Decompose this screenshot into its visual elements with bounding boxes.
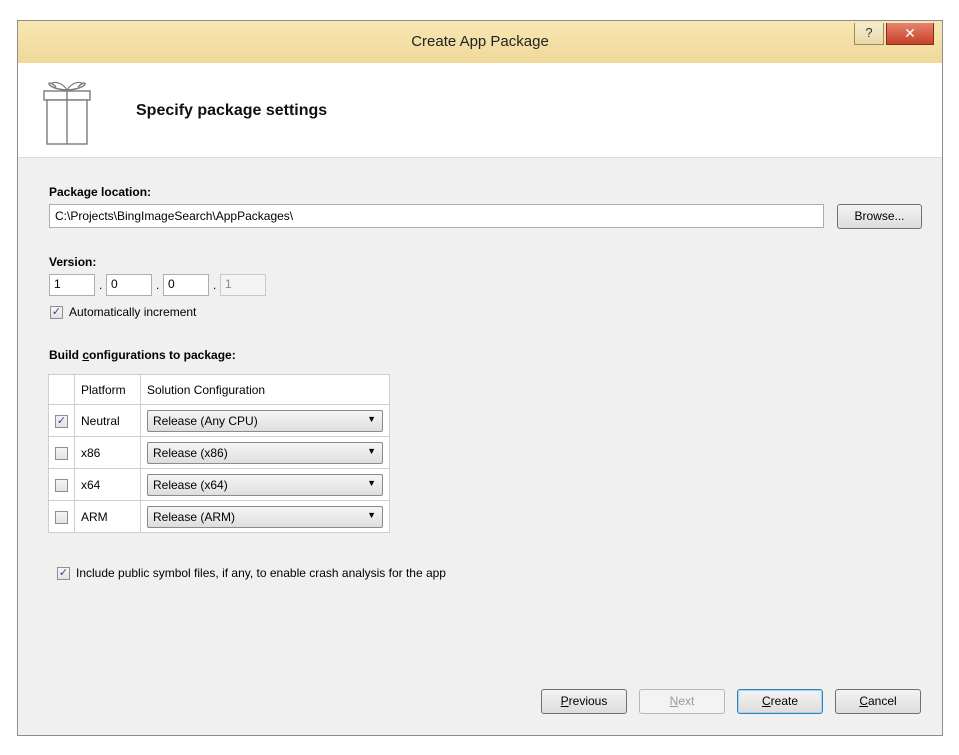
configuration-value: Release (Any CPU) — [153, 413, 258, 428]
build-configurations-table: Platform Solution Configuration ✓ Neutra… — [48, 374, 390, 533]
version-major-input[interactable]: 1 — [49, 274, 95, 296]
browse-button[interactable]: Browse... — [837, 204, 922, 229]
table-header-row: Platform Solution Configuration — [48, 374, 390, 405]
package-location-label: Package location: — [49, 185, 152, 199]
auto-increment-label: Automatically increment — [69, 305, 197, 319]
platform-name: Neutral — [74, 404, 141, 437]
window-title: Create App Package — [411, 33, 549, 50]
gift-box-icon — [43, 81, 91, 145]
close-button[interactable]: ✕ — [886, 23, 934, 45]
version-label: Version: — [49, 255, 97, 269]
platform-name: ARM — [74, 500, 141, 533]
version-separator: . — [156, 278, 160, 292]
table-row: x86 Release (x86) ▼ — [48, 436, 390, 469]
page-title: Specify package settings — [136, 102, 328, 119]
configuration-dropdown[interactable]: Release (x86) ▼ — [147, 441, 383, 464]
create-button[interactable]: Create — [737, 689, 823, 714]
configuration-dropdown[interactable]: Release (ARM) ▼ — [147, 505, 383, 528]
table-row: x64 Release (x64) ▼ — [48, 468, 390, 501]
platform-name: x64 — [74, 468, 141, 501]
dropdown-arrow-icon: ▼ — [367, 413, 376, 424]
configuration-value: Release (x86) — [153, 445, 228, 460]
table-row: ARM Release (ARM) ▼ — [48, 500, 390, 533]
version-build-input[interactable]: 0 — [163, 274, 209, 296]
build-configurations-label: Build configurations to package: — [49, 348, 236, 362]
dropdown-arrow-icon: ▼ — [367, 477, 376, 488]
auto-increment-checkbox[interactable]: ✓ — [50, 306, 63, 319]
configuration-dropdown[interactable]: Release (Any CPU) ▼ — [147, 409, 383, 432]
version-revision-input: 1 — [220, 274, 266, 296]
cancel-button[interactable]: Cancel — [835, 689, 921, 714]
column-header-configuration: Solution Configuration — [140, 374, 390, 405]
platform-checkbox-x64[interactable] — [55, 478, 68, 492]
create-app-package-dialog: Create App Package ? ✕ Specify package s… — [17, 20, 943, 736]
package-location-input[interactable] — [49, 204, 824, 228]
column-header-platform: Platform — [74, 374, 141, 405]
dialog-header: Specify package settings — [18, 63, 942, 158]
title-bar[interactable]: Create App Package ? ✕ — [18, 21, 942, 64]
version-separator: . — [213, 278, 217, 292]
help-button[interactable]: ? — [854, 23, 884, 45]
include-symbols-label: Include public symbol files, if any, to … — [76, 566, 446, 580]
next-button[interactable]: Next — [639, 689, 725, 714]
version-separator: . — [99, 278, 103, 292]
previous-button[interactable]: Previous — [541, 689, 627, 714]
version-minor-input[interactable]: 0 — [106, 274, 152, 296]
header-checkbox-column — [48, 374, 75, 405]
include-symbols-checkbox[interactable]: ✓ — [57, 567, 70, 580]
dropdown-arrow-icon: ▼ — [367, 509, 376, 520]
configuration-value: Release (x64) — [153, 477, 228, 492]
table-row: ✓ Neutral Release (Any CPU) ▼ — [48, 404, 390, 437]
platform-checkbox-x86[interactable] — [55, 446, 68, 460]
platform-checkbox-neutral[interactable]: ✓ — [55, 414, 68, 428]
platform-checkbox-arm[interactable] — [55, 510, 68, 524]
configuration-dropdown[interactable]: Release (x64) ▼ — [147, 473, 383, 496]
dropdown-arrow-icon: ▼ — [367, 445, 376, 456]
configuration-value: Release (ARM) — [153, 509, 236, 524]
platform-name: x86 — [74, 436, 141, 469]
